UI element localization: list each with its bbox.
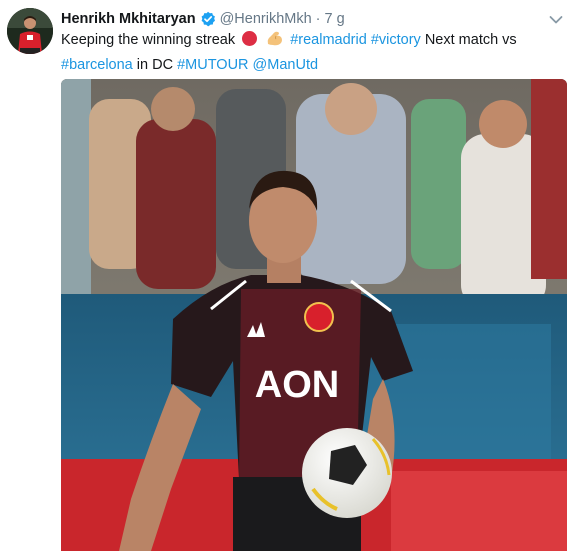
mention-manutd[interactable]: @ManUtd	[253, 57, 319, 73]
hashtag-realmadrid[interactable]: #realmadrid	[290, 32, 367, 48]
tweet-text: Keeping the winning streak #realmadrid #…	[61, 29, 531, 76]
tweet: Henrikh Mkhitaryan @HenrikhMkh · 7 g Kee…	[0, 0, 568, 551]
user-handle[interactable]: @HenrikhMkh	[220, 9, 312, 29]
avatar[interactable]	[7, 8, 53, 54]
tweet-text-part: in DC	[136, 57, 174, 73]
tweet-header: Henrikh Mkhitaryan @HenrikhMkh · 7 g	[61, 9, 345, 29]
separator-dot: ·	[315, 11, 321, 27]
hashtag-mutour[interactable]: #MUTOUR	[177, 57, 248, 73]
flexed-biceps-emoji	[266, 30, 284, 54]
hashtag-victory[interactable]: #victory	[371, 32, 421, 48]
tweet-text-part: Next match vs	[424, 32, 517, 48]
photo-image: AON	[61, 79, 567, 551]
user-name[interactable]: Henrikh Mkhitaryan	[61, 9, 196, 29]
avatar-image	[7, 8, 53, 54]
tweet-photo[interactable]: AON	[61, 79, 567, 551]
red-circle-emoji	[241, 30, 258, 54]
shirt-sponsor: AON	[255, 364, 339, 406]
verified-badge-icon	[200, 11, 216, 27]
tweet-text-part: Keeping the winning streak	[61, 32, 236, 48]
timestamp[interactable]: 7 g	[325, 9, 345, 29]
chevron-down-icon[interactable]	[549, 13, 563, 25]
hashtag-barcelona[interactable]: #barcelona	[61, 57, 133, 73]
